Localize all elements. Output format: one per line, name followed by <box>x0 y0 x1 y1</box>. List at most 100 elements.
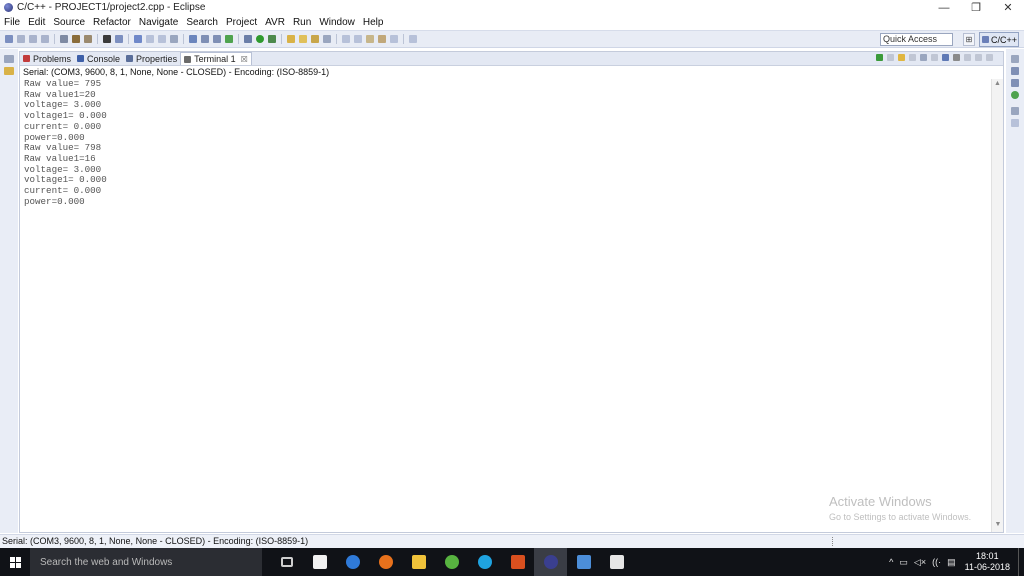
taskbar-app[interactable] <box>468 548 501 576</box>
settings-icon[interactable] <box>920 54 927 61</box>
taskbar-app[interactable] <box>303 548 336 576</box>
utorrent-icon <box>444 555 459 569</box>
make-target-icon[interactable] <box>1011 91 1019 99</box>
volume-muted-icon[interactable]: ◁× <box>914 557 926 568</box>
console-icon <box>77 55 85 62</box>
run-icon[interactable] <box>256 35 264 43</box>
taskbar-app[interactable] <box>600 548 633 576</box>
wand-icon[interactable] <box>115 35 123 43</box>
taskbar-app[interactable] <box>534 548 567 576</box>
start-button[interactable] <box>0 548 30 576</box>
pin-editor-icon[interactable] <box>409 35 417 43</box>
outline-icon[interactable] <box>1011 67 1019 75</box>
tab-properties[interactable]: Properties <box>123 52 180 65</box>
clear-icon[interactable] <box>909 54 916 61</box>
pen-icon[interactable] <box>311 35 319 43</box>
new-icon[interactable] <box>5 35 13 43</box>
open-type-icon[interactable] <box>201 35 209 43</box>
save-icon[interactable] <box>17 35 25 43</box>
avr-upload-icon[interactable] <box>103 35 111 43</box>
external-tools-icon[interactable] <box>268 35 276 43</box>
minimize-button[interactable]: — <box>928 0 960 15</box>
include-icon[interactable] <box>170 35 178 43</box>
battery-icon[interactable]: ▭ <box>899 557 908 568</box>
new-file-icon[interactable] <box>146 35 154 43</box>
close-tab-icon[interactable]: ☒ <box>241 55 248 64</box>
annotation-icon[interactable] <box>299 35 307 43</box>
restore-right-view-icon[interactable] <box>1011 55 1019 63</box>
menu-project[interactable]: Project <box>222 17 261 28</box>
print-icon[interactable] <box>41 35 49 43</box>
show-desktop-button[interactable] <box>1018 548 1024 576</box>
connect-icon[interactable] <box>876 54 883 61</box>
prev-annotation-icon[interactable] <box>354 35 362 43</box>
taskbar-app[interactable] <box>402 548 435 576</box>
restore-view-icon[interactable] <box>4 55 14 63</box>
forward-icon[interactable] <box>390 35 398 43</box>
taskbar-app[interactable] <box>336 548 369 576</box>
terminal-output[interactable]: Raw value= 795 Raw value1=20 voltage= 3.… <box>20 78 992 532</box>
taskbar-clock[interactable]: 18:01 11-06-2018 <box>965 551 1010 573</box>
tab-problems[interactable]: Problems <box>20 52 74 65</box>
chevron-up-icon[interactable]: ^ <box>889 557 893 567</box>
pin-view-icon[interactable] <box>931 54 938 61</box>
pin-icon[interactable] <box>323 35 331 43</box>
scroll-down-icon[interactable]: ▼ <box>992 520 1004 530</box>
quick-access-field[interactable]: Quick Access <box>880 33 953 46</box>
open-perspective-icon[interactable]: ⊞ <box>963 33 975 46</box>
search-files-icon[interactable] <box>189 35 197 43</box>
task-list-icon[interactable] <box>1011 119 1019 127</box>
taskbar-app[interactable] <box>501 548 534 576</box>
build-all-icon[interactable] <box>84 35 92 43</box>
open-folder-icon[interactable] <box>287 35 295 43</box>
menu-source[interactable]: Source <box>49 17 89 28</box>
new-folder-icon[interactable] <box>158 35 166 43</box>
maximize-view-icon[interactable] <box>986 54 993 61</box>
menu-help[interactable]: Help <box>359 17 388 28</box>
menu-run[interactable]: Run <box>289 17 315 28</box>
restore-button[interactable]: ❐ <box>960 0 992 15</box>
vertical-scrollbar[interactable]: ▲ ▼ <box>991 79 1003 532</box>
new-terminal-icon[interactable] <box>942 54 949 61</box>
title-bar: C/C++ - PROJECT1/project2.cpp - Eclipse … <box>0 0 1024 15</box>
build-icon[interactable] <box>72 35 80 43</box>
menu-navigate[interactable]: Navigate <box>135 17 182 28</box>
close-button[interactable]: ✕ <box>992 0 1024 15</box>
terminal-line: power=0.000 <box>24 131 85 143</box>
menu-refactor[interactable]: Refactor <box>89 17 135 28</box>
back-icon[interactable] <box>378 35 386 43</box>
save-all-icon[interactable] <box>29 35 37 43</box>
next-annotation-icon[interactable] <box>342 35 350 43</box>
taskbar-app[interactable] <box>270 548 303 576</box>
taskbar-app[interactable] <box>435 548 468 576</box>
scroll-lock-icon[interactable] <box>898 54 905 61</box>
chevron-down-icon[interactable] <box>953 54 960 61</box>
debug-icon[interactable] <box>244 35 252 43</box>
restore-bottom-view-icon[interactable] <box>1011 107 1019 115</box>
menu-search[interactable]: Search <box>182 17 222 28</box>
history-icon[interactable] <box>60 35 68 43</box>
tab-console[interactable]: Console <box>74 52 123 65</box>
taskbar-app[interactable] <box>567 548 600 576</box>
project-explorer-icon[interactable] <box>4 67 14 75</box>
disconnect-icon[interactable] <box>887 54 894 61</box>
scroll-up-icon[interactable]: ▲ <box>992 79 1003 89</box>
new-class-icon[interactable] <box>134 35 142 43</box>
profile-icon[interactable] <box>225 35 233 43</box>
menu-edit[interactable]: Edit <box>24 17 49 28</box>
view-menu-icon[interactable] <box>964 54 971 61</box>
minimize-view-icon[interactable] <box>975 54 982 61</box>
taskbar-app[interactable] <box>369 548 402 576</box>
keyboard-icon[interactable]: ▤ <box>947 557 956 568</box>
menu-file[interactable]: File <box>0 17 24 28</box>
menu-window[interactable]: Window <box>315 17 359 28</box>
last-edit-icon[interactable] <box>366 35 374 43</box>
perspective-cc-button[interactable]: C/C++ <box>979 32 1019 47</box>
taskbar-search[interactable]: Search the web and Windows <box>30 548 262 576</box>
tab-terminal[interactable]: Terminal 1 ☒ <box>180 52 252 65</box>
wifi-icon[interactable]: ((· <box>932 557 941 567</box>
tasks-icon[interactable] <box>213 35 221 43</box>
terminal-line: voltage= 3.000 <box>24 99 102 111</box>
menu-avr[interactable]: AVR <box>261 17 289 28</box>
include-browser-icon[interactable] <box>1011 79 1019 87</box>
